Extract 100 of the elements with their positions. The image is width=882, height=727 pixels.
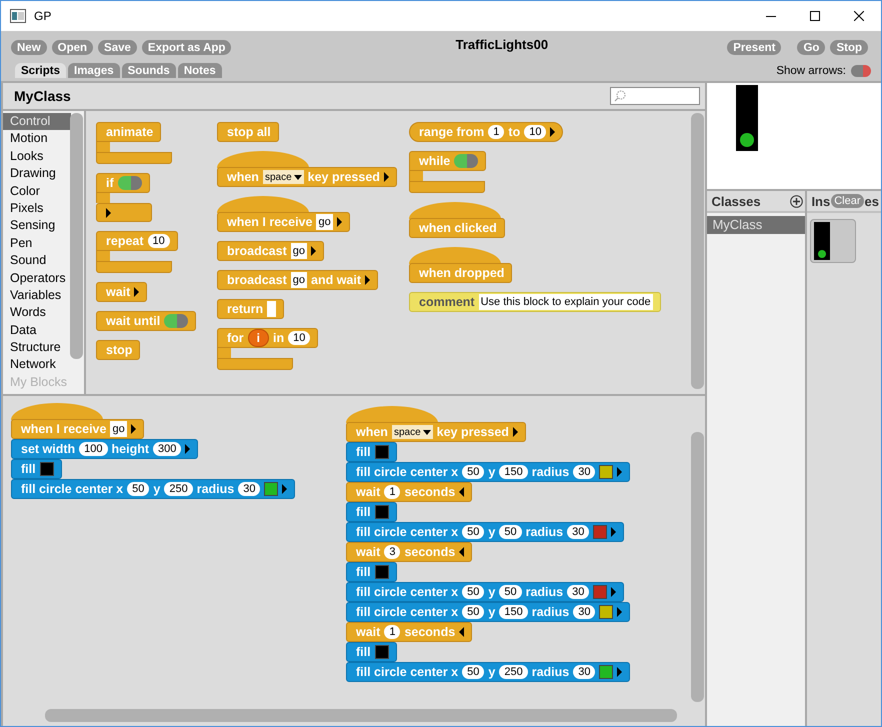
number-slot[interactable]: 30 — [238, 482, 260, 496]
number-slot[interactable]: 30 — [573, 465, 596, 479]
category-item[interactable]: Looks — [3, 148, 71, 166]
expand-arrow-icon[interactable] — [130, 424, 136, 434]
category-item[interactable]: Drawing — [3, 165, 71, 183]
expand-arrow-icon[interactable] — [106, 208, 111, 218]
text-slot[interactable]: go — [290, 272, 307, 288]
number-slot[interactable]: 3 — [384, 545, 400, 559]
number-slot[interactable]: 100 — [79, 442, 108, 456]
command-block[interactable]: set width 100 height 300 — [11, 439, 198, 459]
tab[interactable]: Scripts — [15, 63, 66, 78]
reporter-block[interactable]: range from 1 to 10 — [409, 122, 564, 142]
number-slot[interactable]: 1 — [488, 125, 504, 139]
category-item[interactable]: Words — [3, 304, 71, 322]
category-item[interactable]: Variables — [3, 286, 71, 304]
scrollbar[interactable] — [691, 432, 704, 702]
number-slot[interactable]: 250 — [499, 665, 528, 679]
command-block[interactable]: wait 1 seconds — [346, 482, 472, 502]
number-slot[interactable]: 50 — [462, 525, 484, 539]
category-item[interactable]: Network — [3, 356, 71, 374]
number-slot[interactable]: 300 — [153, 442, 182, 456]
expand-arrow-icon[interactable] — [311, 246, 316, 256]
number-slot[interactable]: 50 — [462, 605, 484, 619]
expand-arrow-icon[interactable] — [336, 217, 342, 227]
expand-arrow-icon[interactable] — [512, 427, 518, 437]
command-block[interactable]: wait 3 seconds — [346, 542, 472, 562]
color-swatch[interactable] — [599, 605, 614, 619]
comment-field[interactable]: Use this block to explain your code — [478, 294, 653, 310]
color-swatch[interactable] — [374, 445, 389, 459]
category-item[interactable]: Sound — [3, 252, 71, 270]
command-block[interactable]: wait 1 seconds — [346, 622, 472, 642]
number-slot[interactable]: 250 — [164, 482, 193, 496]
scrollbar[interactable] — [45, 709, 677, 722]
color-swatch[interactable] — [599, 665, 614, 679]
command-block[interactable]: fill circle center x 50 y 250 radius 30 — [11, 479, 296, 499]
collapse-arrow-icon[interactable] — [459, 547, 464, 557]
command-block[interactable]: fill circle center x 50 y 50 radius 30 — [346, 522, 624, 542]
text-slot[interactable]: go — [316, 214, 333, 230]
command-block[interactable]: fill circle center x 50 y 250 radius 30 — [346, 662, 630, 682]
boolean-toggle[interactable] — [454, 154, 478, 168]
menu-slot[interactable]: space — [262, 170, 304, 184]
expand-arrow-icon[interactable] — [384, 172, 389, 182]
c-block[interactable]: repeat 10 — [96, 231, 178, 273]
collapse-arrow-icon[interactable] — [459, 627, 464, 637]
color-swatch[interactable] — [593, 525, 608, 539]
command-block[interactable]: fill circle center x 50 y 150 radius 30 — [346, 462, 630, 482]
color-swatch[interactable] — [599, 465, 614, 479]
class-item[interactable]: MyClass — [707, 216, 806, 234]
boolean-toggle[interactable] — [164, 314, 188, 328]
color-swatch[interactable] — [374, 565, 389, 579]
command-block[interactable]: fill circle center x 50 y 150 radius 30 — [346, 602, 630, 622]
scrollbar[interactable] — [70, 113, 83, 359]
expand-arrow-icon[interactable] — [365, 275, 370, 285]
color-swatch[interactable] — [40, 462, 54, 476]
number-slot[interactable]: 50 — [499, 585, 522, 599]
text-slot[interactable]: go — [110, 421, 127, 437]
number-slot[interactable]: 30 — [573, 665, 596, 679]
expand-arrow-icon[interactable] — [617, 667, 622, 677]
number-slot[interactable]: 50 — [127, 482, 150, 496]
expand-arrow-icon[interactable] — [282, 484, 288, 494]
number-slot[interactable]: 30 — [567, 585, 590, 599]
number-slot[interactable]: 1 — [384, 625, 400, 639]
stage[interactable] — [705, 83, 881, 191]
comment-block[interactable]: comment Use this block to explain your code — [409, 292, 661, 312]
text-slot[interactable]: go — [290, 243, 307, 259]
expand-arrow-icon[interactable] — [134, 287, 140, 297]
number-slot[interactable]: 150 — [499, 465, 528, 479]
number-slot[interactable]: 10 — [524, 125, 546, 139]
category-item[interactable]: Structure — [3, 339, 71, 356]
category-item[interactable]: Pixels — [3, 200, 71, 218]
instance-thumbnail[interactable] — [810, 219, 856, 263]
c-block[interactable]: for i in 10 — [217, 328, 318, 370]
number-slot[interactable]: 1 — [384, 485, 400, 499]
category-item[interactable]: Data — [3, 322, 71, 340]
scrollbar[interactable] — [691, 113, 704, 389]
add-icon[interactable] — [790, 194, 804, 208]
collapse-arrow-icon[interactable] — [459, 487, 464, 497]
number-slot[interactable]: 50 — [462, 585, 484, 599]
category-item[interactable]: Color — [3, 182, 71, 200]
number-slot[interactable]: 10 — [148, 234, 170, 248]
search-field[interactable] — [610, 87, 700, 105]
command-block[interactable]: broadcast go and wait — [217, 270, 378, 290]
expand-arrow-icon[interactable] — [185, 444, 190, 454]
color-swatch[interactable] — [593, 585, 608, 599]
number-slot[interactable]: 30 — [573, 605, 596, 619]
category-item[interactable]: Operators — [3, 270, 71, 287]
category-item[interactable]: Sensing — [3, 217, 71, 235]
boolean-toggle[interactable] — [118, 176, 142, 190]
color-swatch[interactable] — [374, 645, 389, 659]
close-icon[interactable] — [854, 11, 864, 21]
number-slot[interactable]: 50 — [462, 465, 484, 479]
show-arrows-switch[interactable] — [851, 64, 871, 76]
category-item[interactable]: Control — [3, 113, 71, 130]
number-slot[interactable]: 50 — [462, 665, 484, 679]
number-slot[interactable]: 150 — [499, 605, 528, 619]
command-block[interactable]: fill circle center x 50 y 50 radius 30 — [346, 582, 624, 602]
color-swatch[interactable] — [374, 505, 389, 519]
category-item[interactable]: Motion — [3, 130, 71, 148]
menu-slot[interactable]: space — [392, 425, 433, 439]
category-item[interactable]: Pen — [3, 234, 71, 252]
